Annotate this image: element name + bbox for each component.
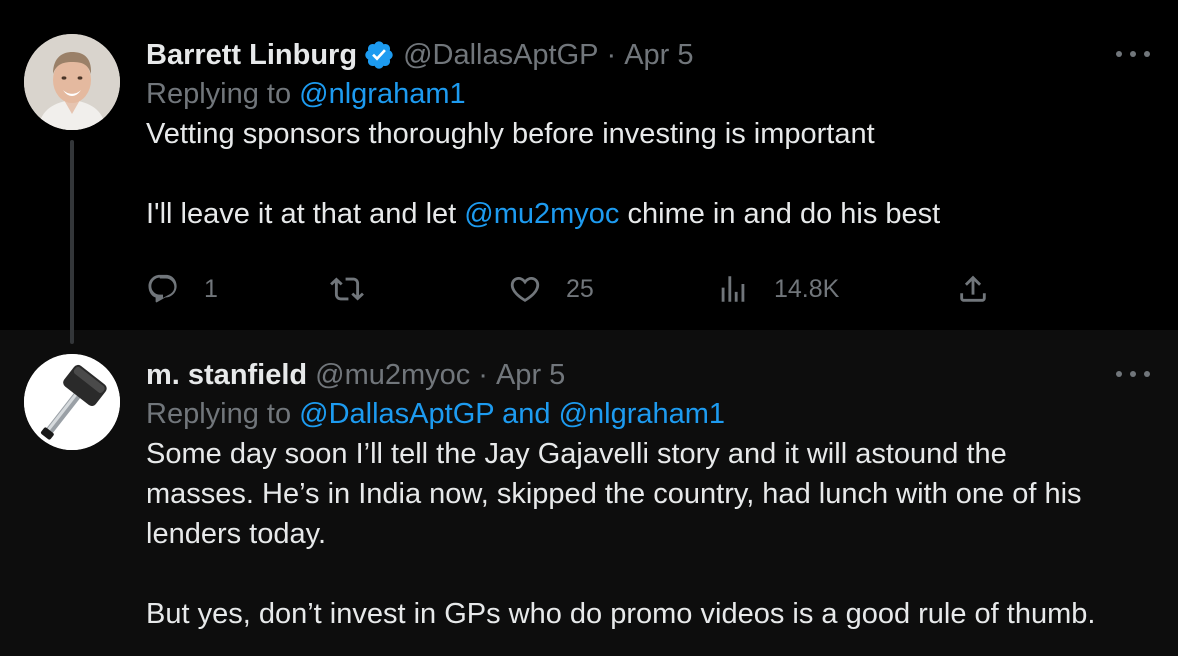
like-count: 25 xyxy=(566,274,594,303)
more-icon[interactable] xyxy=(1116,364,1150,384)
tweet-date[interactable]: Apr 5 xyxy=(496,356,565,394)
retweet-button[interactable] xyxy=(330,268,388,310)
author-name[interactable]: m. stanfield xyxy=(146,356,307,394)
replying-mention[interactable]: @nlgraham1 xyxy=(299,78,465,110)
author-name[interactable]: Barrett Linburg xyxy=(146,36,357,74)
tweet-text: I'll leave it at that and let xyxy=(146,198,457,230)
tweet-text-line: I'll leave it at that and let @mu2myoc c… xyxy=(146,194,1148,234)
views-icon xyxy=(721,276,745,302)
author-handle[interactable]: @mu2myoc xyxy=(315,356,470,394)
tweet-body: Vetting sponsors thoroughly before inves… xyxy=(146,114,1148,234)
more-icon[interactable] xyxy=(1116,44,1150,64)
tweet-text-line: Vetting sponsors thoroughly before inves… xyxy=(146,118,875,150)
share-button[interactable] xyxy=(956,268,990,310)
tweet-barrett[interactable]: Barrett Linburg @DallasAptGP · Apr 5 Rep… xyxy=(0,0,1178,330)
replying-prefix: Replying to xyxy=(146,78,292,110)
thread-line xyxy=(70,140,74,344)
verified-badge-icon xyxy=(363,39,395,71)
replying-prefix: Replying to xyxy=(146,398,292,430)
author-handle[interactable]: @DallasAptGP xyxy=(403,36,598,74)
avatar-stanfield[interactable] xyxy=(24,354,120,450)
tweet-date[interactable]: Apr 5 xyxy=(624,36,693,74)
avatar-barrett[interactable] xyxy=(24,34,120,130)
tweet-body: Some day soon I’ll tell the Jay Gajavell… xyxy=(146,434,1148,634)
replying-to: Replying to @nlgraham1 xyxy=(146,74,1148,114)
share-icon xyxy=(960,275,986,302)
tweet-header: Barrett Linburg @DallasAptGP · Apr 5 xyxy=(146,36,1148,74)
tweet-content: m. stanfield @mu2myoc · Apr 5 Replying t… xyxy=(146,356,1148,634)
replying-mention[interactable]: @DallasAptGP and @nlgraham1 xyxy=(299,398,725,430)
views-button[interactable]: 14.8K xyxy=(716,268,839,310)
tweet-actions: 1 25 14.8K xyxy=(146,268,1006,310)
reply-count: 1 xyxy=(204,274,218,303)
tweet-content: Barrett Linburg @DallasAptGP · Apr 5 Rep… xyxy=(146,36,1148,234)
tweet-header: m. stanfield @mu2myoc · Apr 5 xyxy=(146,356,1148,394)
tweet-stanfield[interactable]: m. stanfield @mu2myoc · Apr 5 Replying t… xyxy=(0,330,1178,656)
tweet-text-line: masses. He’s in India now, skipped the c… xyxy=(146,478,1082,510)
separator-dot: · xyxy=(478,359,488,391)
reply-icon xyxy=(148,274,177,303)
reply-button[interactable]: 1 xyxy=(146,268,218,310)
like-button[interactable]: 25 xyxy=(508,268,594,310)
views-count: 14.8K xyxy=(774,274,840,303)
tweet-text-line: But yes, don’t invest in GPs who do prom… xyxy=(146,598,1096,630)
tweet-text-line: lenders today. xyxy=(146,518,327,550)
replying-to: Replying to @DallasAptGP and @nlgraham1 xyxy=(146,394,1148,434)
mention-link[interactable]: @mu2myoc xyxy=(464,198,619,230)
like-icon xyxy=(510,276,540,302)
separator-dot: · xyxy=(606,39,617,71)
tweet-text: chime in and do his best xyxy=(627,198,941,230)
tweet-text-line: Some day soon I’ll tell the Jay Gajavell… xyxy=(146,438,1007,470)
retweet-icon xyxy=(330,277,364,301)
